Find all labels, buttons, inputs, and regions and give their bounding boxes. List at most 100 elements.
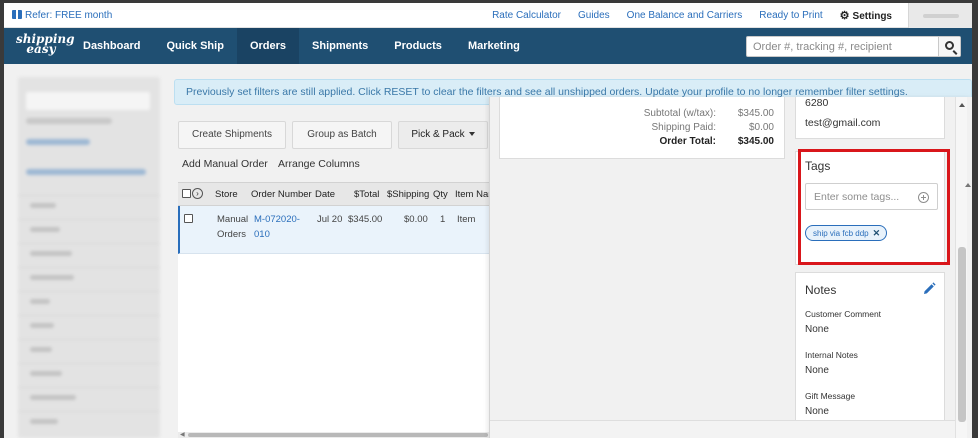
notes-card: Notes Customer Comment None Internal Not…	[795, 272, 945, 438]
customer-comment-value: None	[805, 324, 829, 335]
column-shipping[interactable]: $Shipping	[387, 189, 429, 200]
account-button[interactable]	[908, 3, 972, 28]
table-horizontal-scrollbar[interactable]: ◀	[178, 432, 494, 438]
row-store-line-2: Orders	[217, 229, 247, 240]
filter-search-placeholder[interactable]	[26, 92, 150, 110]
filter-item[interactable]	[18, 387, 160, 407]
arrange-columns-link[interactable]: Arrange Columns	[278, 158, 360, 170]
internal-notes-label: Internal Notes	[805, 350, 858, 360]
filter-text-placeholder	[26, 118, 112, 124]
close-icon[interactable]: ✕	[873, 226, 881, 240]
refer-link[interactable]: Refer: FREE month	[12, 10, 112, 21]
scroll-up-arrow-icon[interactable]	[959, 103, 965, 107]
row-store-line-1: Manual	[217, 214, 249, 225]
nav-shipments[interactable]: Shipments	[299, 28, 381, 64]
row-store: Manual Orders	[217, 212, 248, 242]
global-search	[746, 36, 961, 57]
horizontal-scroll-thumb[interactable]	[188, 433, 488, 437]
settings-label: Settings	[852, 11, 892, 22]
order-summary-card: Subtotal (w/tax): $345.00 Shipping Paid:…	[499, 97, 785, 159]
add-tag-icon[interactable]	[918, 192, 929, 203]
group-as-batch-button[interactable]: Group as Batch	[292, 121, 392, 149]
pick-pack-button[interactable]: Pick & Pack	[398, 121, 488, 149]
contact-email: test@gmail.com	[805, 117, 881, 129]
filter-item[interactable]	[18, 195, 160, 215]
filter-item[interactable]	[18, 315, 160, 335]
filter-tabs-placeholder[interactable]	[26, 169, 146, 175]
filter-item[interactable]	[18, 363, 160, 383]
row-checkbox[interactable]	[184, 214, 193, 223]
contact-line-1: 6280	[805, 97, 829, 109]
page-scroll-up-arrow-icon[interactable]	[965, 183, 971, 187]
orders-panel: Create Shipments Group as Batch Pick & P…	[174, 121, 496, 438]
create-shipments-button[interactable]: Create Shipments	[178, 121, 286, 149]
row-qty: 1	[440, 214, 446, 225]
filter-link-placeholder[interactable]	[26, 139, 90, 145]
column-qty[interactable]: Qty	[433, 189, 448, 200]
add-manual-order-link[interactable]: Add Manual Order	[182, 158, 268, 170]
guides-link[interactable]: Guides	[578, 10, 610, 21]
rate-calculator-link[interactable]: Rate Calculator	[492, 10, 561, 21]
tags-input[interactable]	[806, 184, 916, 209]
scroll-left-arrow-icon[interactable]: ◀	[180, 432, 185, 438]
customer-comment-label: Customer Comment	[805, 309, 882, 319]
notes-title: Notes	[805, 283, 837, 297]
alert-text-1: Previously set filters are still applied…	[186, 86, 384, 98]
reset-link[interactable]: RESET	[384, 86, 419, 98]
shippingeasy-logo[interactable]: shipping easy	[16, 33, 75, 58]
row-order-line-1: M-072020-	[254, 214, 300, 225]
app-window: Refer: FREE month Rate Calculator Guides…	[4, 3, 972, 438]
row-order-number-link[interactable]: M-072020- 010	[254, 212, 300, 242]
utility-bar: Refer: FREE month Rate Calculator Guides…	[4, 3, 972, 28]
nav-items: Dashboard Quick Ship Orders Shipments Pr…	[70, 28, 533, 64]
chevron-right-icon[interactable]: ›	[192, 188, 203, 199]
column-store[interactable]: Store	[215, 189, 238, 200]
drawer-footer	[490, 420, 955, 438]
select-all-checkbox[interactable]	[182, 189, 191, 198]
filter-item[interactable]	[18, 339, 160, 359]
search-button[interactable]	[938, 37, 960, 56]
table-empty-area	[178, 254, 494, 432]
orders-table: › Store Order Number Date $Total $Shippi…	[178, 182, 496, 254]
row-date: Jul 20	[317, 214, 343, 225]
caret-down-icon	[468, 132, 475, 136]
nav-dashboard[interactable]: Dashboard	[70, 28, 153, 64]
utility-links: Rate Calculator Guides One Balance and C…	[492, 3, 972, 28]
shipping-paid-label: Shipping Paid:	[651, 122, 717, 133]
tag-chip: ship via fcb ddp ✕	[805, 225, 888, 241]
column-date[interactable]: Date	[315, 189, 335, 200]
internal-notes-value: None	[805, 365, 829, 376]
filter-sidebar	[18, 77, 160, 438]
filter-item[interactable]	[18, 267, 160, 287]
vertical-scroll-thumb[interactable]	[958, 247, 966, 422]
order-total-value: $345.00	[737, 136, 774, 147]
pick-pack-label: Pick & Pack	[411, 129, 465, 140]
filter-item[interactable]	[18, 219, 160, 239]
gear-icon: ⚙	[839, 10, 850, 22]
column-order-number[interactable]: Order Number	[251, 189, 312, 200]
row-order-line-2: 010	[254, 229, 270, 240]
table-row[interactable]: Manual Orders M-072020- 010 Jul 20 $345.00…	[178, 206, 494, 254]
table-header: › Store Order Number Date $Total $Shippi…	[178, 182, 496, 206]
gift-icon	[12, 10, 22, 19]
nav-products[interactable]: Products	[381, 28, 455, 64]
column-total[interactable]: $Total	[354, 189, 379, 200]
row-shipping: $0.00	[404, 214, 428, 225]
settings-link[interactable]: ⚙ Settings	[840, 9, 892, 22]
ready-to-print-link[interactable]: Ready to Print	[759, 10, 822, 21]
pencil-icon[interactable]	[922, 282, 936, 296]
tags-field	[805, 183, 938, 210]
row-item-name: Item	[457, 214, 476, 225]
one-balance-link[interactable]: One Balance and Carriers	[627, 10, 743, 21]
subtotal-label: Subtotal (w/tax):	[643, 108, 716, 119]
drawer-vertical-scrollbar[interactable]	[955, 97, 967, 438]
gift-message-label: Gift Message	[805, 391, 856, 401]
nav-orders[interactable]: Orders	[236, 28, 300, 64]
filter-item[interactable]	[18, 291, 160, 311]
filter-item[interactable]	[18, 243, 160, 263]
filter-item[interactable]	[18, 411, 160, 431]
search-input[interactable]	[747, 37, 935, 56]
tag-chip-label: ship via fcb ddp	[813, 229, 869, 238]
nav-quick-ship[interactable]: Quick Ship	[153, 28, 236, 64]
nav-marketing[interactable]: Marketing	[455, 28, 533, 64]
